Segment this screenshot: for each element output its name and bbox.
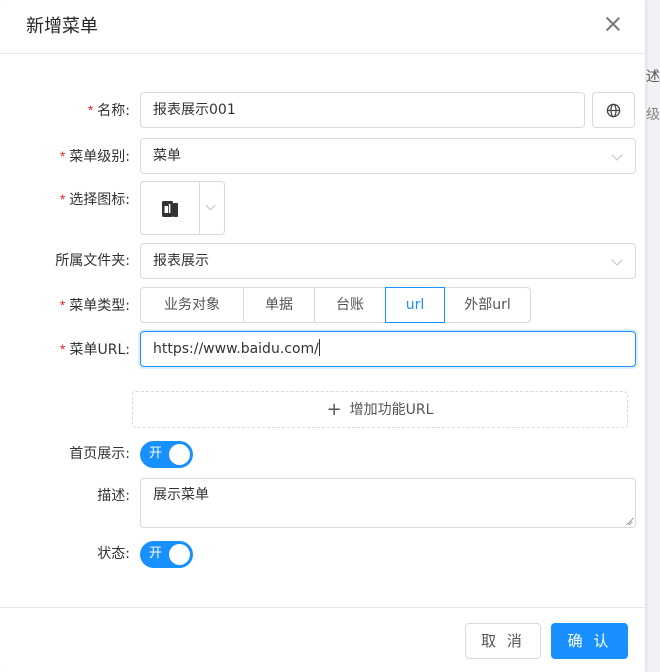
close-icon[interactable] [600, 12, 626, 38]
description-textarea[interactable]: 展示菜单 [140, 478, 636, 528]
picker-divider [199, 182, 200, 234]
status-label: 状态: [97, 546, 130, 562]
text-caret [318, 339, 320, 356]
add-menu-dialog: 新增菜单 * 名称: 报表展示001 * 菜单级别: 菜单 * 选择图标: 所属文件夹… [0, 0, 645, 672]
folder-select[interactable]: 报表展示 [140, 243, 636, 279]
globe-button[interactable] [592, 92, 635, 128]
menu-url-input[interactable]: https://www.baidu.com/ [140, 331, 636, 367]
menu-type-label: * 菜单类型: [59, 297, 130, 314]
icon-picker[interactable] [140, 181, 225, 235]
menu-type-ledger[interactable]: 台账 [314, 287, 386, 323]
menu-url-label: * 菜单URL: [60, 341, 130, 358]
plus-icon: + [326, 399, 342, 420]
switch-knob [169, 544, 190, 565]
status-switch[interactable]: 开 [140, 541, 193, 568]
menu-type-document[interactable]: 单据 [243, 287, 315, 323]
menu-type-radio-group: 业务对象 单据 台账 url 外部url [140, 287, 531, 323]
homepage-display-switch[interactable]: 开 [140, 441, 193, 468]
homepage-display-label: 首页展示: [69, 446, 130, 462]
folder-label: 所属文件夹: [55, 253, 130, 269]
resize-handle[interactable] [625, 517, 633, 525]
name-input[interactable]: 报表展示001 [140, 92, 585, 128]
description-label: 描述: [97, 488, 130, 504]
menu-type-url[interactable]: url [385, 287, 445, 323]
background-text: 述 [646, 69, 660, 85]
background-text: 级 [646, 107, 660, 123]
chevron-down-icon [611, 149, 623, 161]
menu-level-select[interactable]: 菜单 [140, 138, 636, 174]
cancel-button[interactable]: 取 消 [465, 623, 541, 659]
background-page [644, 0, 660, 672]
dialog-title: 新增菜单 [26, 16, 98, 37]
switch-knob [169, 444, 190, 465]
add-function-url-button[interactable]: + 增加功能URL [132, 391, 628, 428]
menu-level-label: * 菜单级别: [59, 148, 130, 165]
chevron-down-icon [611, 254, 623, 266]
menu-type-external-url[interactable]: 外部url [444, 287, 531, 323]
report-book-icon [162, 201, 178, 217]
dialog-footer: 取 消 确 认 [0, 607, 645, 672]
name-label: * 名称: [87, 102, 130, 119]
dialog-header: 新增菜单 [0, 0, 645, 54]
confirm-button[interactable]: 确 认 [551, 623, 628, 659]
globe-icon [606, 103, 621, 118]
menu-type-business-object[interactable]: 业务对象 [140, 287, 244, 323]
chevron-down-icon[interactable] [205, 200, 216, 211]
select-icon-label: * 选择图标: [59, 191, 130, 208]
